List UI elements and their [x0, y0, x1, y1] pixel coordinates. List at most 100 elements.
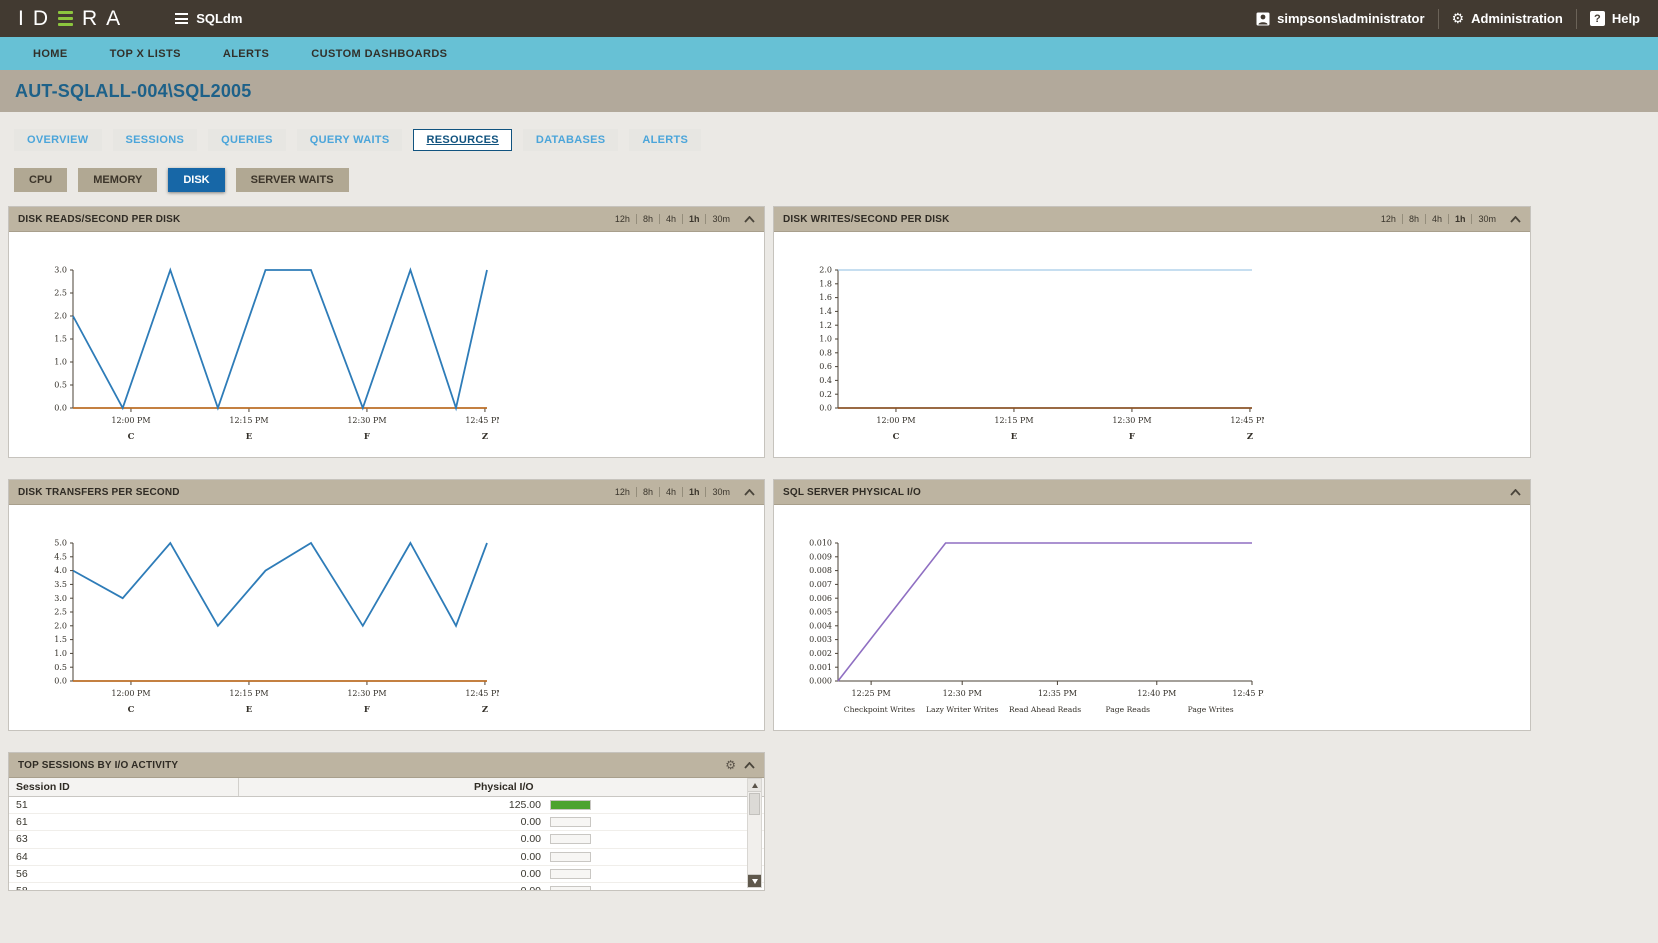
- svg-text:12:45 PM: 12:45 PM: [1232, 689, 1264, 698]
- table-scrollbar[interactable]: [747, 778, 762, 888]
- disk-transfers-chart: 0.00.51.01.52.02.53.03.54.04.55.012:00 P…: [29, 535, 764, 738]
- instance-titlebar: AUT-SQLALL-004\SQL2005: [0, 70, 1658, 112]
- session-id-cell: 58: [9, 885, 246, 891]
- time-range-selector: 12h8h4h1h30m: [1375, 214, 1502, 224]
- table-row[interactable]: 51125.00: [9, 797, 764, 814]
- column-header-physical-io[interactable]: Physical I/O: [474, 781, 534, 793]
- svg-text:3.0: 3.0: [54, 594, 67, 603]
- svg-text:3.0: 3.0: [54, 266, 67, 275]
- physical-io-bar: [550, 817, 591, 827]
- svg-text:1.0: 1.0: [819, 335, 832, 344]
- scrollbar-thumb[interactable]: [749, 793, 760, 815]
- panel-header: TOP SESSIONS BY I/O ACTIVITY ⚙: [9, 753, 764, 778]
- tab-alerts[interactable]: ALERTS: [629, 129, 701, 151]
- svg-text:Z: Z: [482, 705, 488, 715]
- chart-canvas: 0.00.51.01.52.02.53.03.54.04.55.012:00 P…: [29, 535, 499, 733]
- time-range-12h[interactable]: 12h: [609, 487, 637, 497]
- time-range-12h[interactable]: 12h: [1375, 214, 1403, 224]
- table-row[interactable]: 640.00: [9, 849, 764, 866]
- svg-text:2.0: 2.0: [819, 266, 832, 275]
- time-range-4h[interactable]: 4h: [660, 487, 683, 497]
- user-menu[interactable]: simpsons\administrator: [1256, 11, 1424, 26]
- svg-text:1.5: 1.5: [54, 635, 67, 644]
- tab-resources[interactable]: RESOURCES: [413, 129, 511, 151]
- table-row[interactable]: 630.00: [9, 831, 764, 848]
- time-range-4h[interactable]: 4h: [1426, 214, 1449, 224]
- svg-text:3.5: 3.5: [54, 580, 67, 589]
- column-header-session-id[interactable]: Session ID: [9, 778, 239, 796]
- panel-body: 0.00.51.01.52.02.53.03.54.04.55.012:00 P…: [9, 535, 764, 759]
- panel-title: DISK READS/SECOND PER DISK: [18, 214, 180, 225]
- administration-button[interactable]: ⚙ Administration: [1452, 11, 1563, 26]
- time-range-12h[interactable]: 12h: [609, 214, 637, 224]
- scroll-down-icon[interactable]: [748, 874, 761, 887]
- subtab-cpu[interactable]: CPU: [14, 168, 67, 192]
- subtab-disk[interactable]: DISK: [168, 168, 224, 192]
- table-row[interactable]: 580.00: [9, 883, 764, 891]
- svg-text:E: E: [1011, 432, 1018, 442]
- svg-text:C: C: [128, 705, 135, 715]
- svg-text:Z: Z: [1247, 432, 1253, 442]
- svg-text:0.006: 0.006: [809, 594, 832, 603]
- nav-item-top-x-lists[interactable]: TOP X LISTS: [89, 48, 202, 60]
- nav-item-alerts[interactable]: ALERTS: [202, 48, 290, 60]
- physical-io-value: 0.00: [246, 833, 541, 845]
- collapse-chevron-icon[interactable]: [744, 489, 755, 496]
- help-label: Help: [1612, 11, 1640, 26]
- svg-text:12:30 PM: 12:30 PM: [943, 689, 982, 698]
- help-button[interactable]: ? Help: [1590, 11, 1640, 26]
- chart-canvas: 0.0000.0010.0020.0030.0040.0050.0060.007…: [794, 535, 1264, 733]
- collapse-chevron-icon[interactable]: [1510, 216, 1521, 223]
- svg-text:0.009: 0.009: [809, 552, 832, 561]
- time-range-4h[interactable]: 4h: [660, 214, 683, 224]
- tab-queries[interactable]: QUERIES: [208, 129, 286, 151]
- svg-text:12:45 PM: 12:45 PM: [465, 689, 499, 698]
- top-bar: ID RA SQLdm simpsons\administrator ⚙ Adm…: [0, 0, 1658, 37]
- table-row[interactable]: 610.00: [9, 814, 764, 831]
- svg-text:F: F: [1129, 432, 1135, 442]
- collapse-chevron-icon[interactable]: [1510, 489, 1521, 496]
- time-range-8h[interactable]: 8h: [637, 214, 660, 224]
- hamburger-menu-icon[interactable]: [175, 11, 188, 27]
- physical-io-chart: 0.0000.0010.0020.0030.0040.0050.0060.007…: [794, 535, 1530, 738]
- time-range-1h[interactable]: 1h: [683, 487, 707, 497]
- svg-text:0.5: 0.5: [54, 663, 67, 672]
- time-range-8h[interactable]: 8h: [637, 487, 660, 497]
- svg-text:12:00 PM: 12:00 PM: [876, 416, 915, 425]
- svg-text:Read Ahead Reads: Read Ahead Reads: [1009, 705, 1081, 714]
- panel-disk-reads: DISK READS/SECOND PER DISK 12h8h4h1h30m …: [8, 206, 765, 458]
- svg-text:12:45 PM: 12:45 PM: [1230, 416, 1264, 425]
- tab-query-waits[interactable]: QUERY WAITS: [297, 129, 403, 151]
- time-range-30m[interactable]: 30m: [1472, 214, 1502, 224]
- time-range-8h[interactable]: 8h: [1403, 214, 1426, 224]
- session-id-cell: 56: [9, 868, 246, 880]
- scroll-up-icon[interactable]: [748, 779, 761, 792]
- subtab-server-waits[interactable]: SERVER WAITS: [236, 168, 349, 192]
- nav-item-custom-dashboards[interactable]: CUSTOM DASHBOARDS: [290, 48, 468, 60]
- time-range-1h[interactable]: 1h: [1449, 214, 1473, 224]
- time-range-30m[interactable]: 30m: [706, 214, 736, 224]
- subtab-memory[interactable]: MEMORY: [78, 168, 157, 192]
- svg-text:1.0: 1.0: [54, 358, 67, 367]
- svg-text:12:15 PM: 12:15 PM: [229, 416, 268, 425]
- idera-logo-left: ID: [18, 7, 57, 31]
- panel-body: 0.00.51.01.52.02.53.012:00 PM12:15 PM12:…: [9, 262, 764, 486]
- tab-sessions[interactable]: SESSIONS: [113, 129, 198, 151]
- svg-text:0.010: 0.010: [809, 539, 832, 548]
- panel-gear-icon[interactable]: ⚙: [725, 759, 736, 771]
- collapse-chevron-icon[interactable]: [744, 216, 755, 223]
- tab-overview[interactable]: OVERVIEW: [14, 129, 102, 151]
- time-range-30m[interactable]: 30m: [706, 487, 736, 497]
- svg-text:1.6: 1.6: [819, 293, 832, 302]
- panel-body: 0.00.20.40.60.81.01.21.41.61.82.012:00 P…: [774, 262, 1530, 486]
- time-range-1h[interactable]: 1h: [683, 214, 707, 224]
- table-row[interactable]: 560.00: [9, 866, 764, 883]
- tab-databases[interactable]: DATABASES: [523, 129, 619, 151]
- svg-text:0.0: 0.0: [819, 404, 832, 413]
- nav-item-home[interactable]: HOME: [12, 48, 89, 60]
- svg-text:12:30 PM: 12:30 PM: [347, 416, 386, 425]
- svg-text:Page Reads: Page Reads: [1106, 705, 1151, 714]
- collapse-chevron-icon[interactable]: [744, 762, 755, 769]
- svg-text:12:00 PM: 12:00 PM: [111, 416, 150, 425]
- chart-canvas: 0.00.51.01.52.02.53.012:00 PM12:15 PM12:…: [29, 262, 499, 460]
